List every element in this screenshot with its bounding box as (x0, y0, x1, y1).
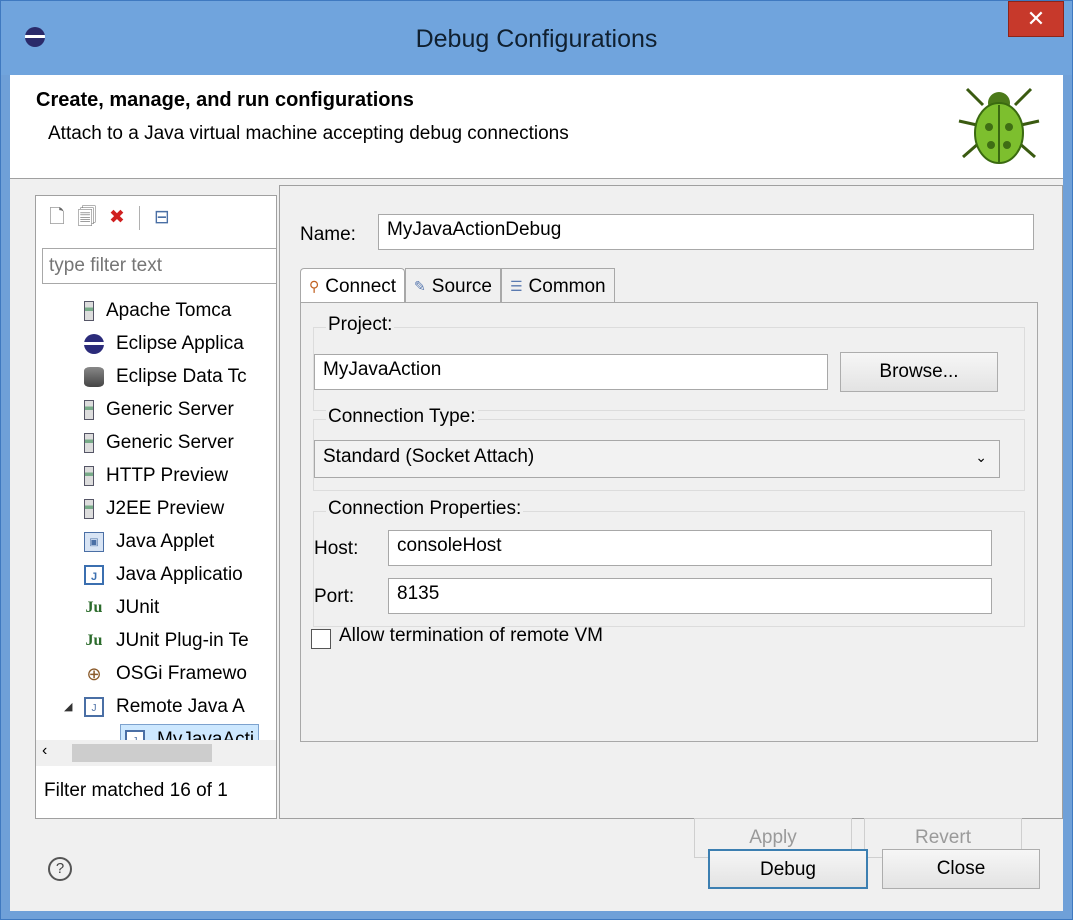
tree-item-label: Eclipse Applica (116, 332, 244, 354)
host-label: Host: (314, 538, 359, 559)
new-launch-configuration-icon[interactable]: 🗋 (46, 207, 68, 229)
expand-triangle-icon[interactable]: ◢ (64, 700, 78, 713)
tree-item-label: HTTP Preview (106, 464, 229, 486)
tree-item-http-preview[interactable]: HTTP Preview (36, 459, 276, 492)
bug-icon (958, 87, 1040, 164)
horizontal-scrollbar[interactable]: ‹ (36, 740, 276, 766)
duplicate-icon[interactable]: 🗐 (76, 207, 98, 229)
eclipse-icon (84, 333, 104, 354)
tab-label: Common (528, 275, 606, 297)
port-label: Port: (314, 586, 355, 607)
tab-bar: ⚲ Connect ✎ Source ☰ Common (300, 268, 615, 304)
project-field[interactable]: MyJavaAction (314, 354, 828, 390)
tree-item-eclipse-data-tools[interactable]: Eclipse Data Tc (36, 360, 276, 393)
help-icon[interactable]: ? (48, 857, 72, 881)
server-icon (84, 300, 94, 321)
filter-input[interactable] (42, 248, 276, 284)
tree-item-label: Java Applet (116, 530, 215, 552)
window-title: Debug Configurations (415, 25, 658, 53)
java-application-icon: J (84, 564, 104, 585)
allow-termination-checkbox[interactable] (311, 629, 331, 649)
tree-item-apache-tomcat[interactable]: Apache Tomca (36, 294, 276, 327)
server-icon (84, 399, 94, 420)
osgi-icon: ⊕ (86, 663, 102, 684)
tree-item-j2ee-preview[interactable]: J2EE Preview (36, 492, 276, 525)
tree-item-eclipse-application[interactable]: Eclipse Applica (36, 327, 276, 360)
tree-item-label: Apache Tomca (106, 299, 232, 321)
connection-properties-group: Connection Properties: Host: consoleHost… (313, 498, 1025, 627)
tree-item-label: JUnit (116, 596, 160, 618)
dialog-client-area: Create, manage, and run configurations A… (10, 75, 1063, 911)
header-title: Create, manage, and run configurations (36, 89, 414, 111)
tree-item-generic-server[interactable]: Generic Server (36, 393, 276, 426)
tree-item-java-applet[interactable]: ▣ Java Applet (36, 525, 276, 558)
configuration-tree: Apache Tomca Eclipse Applica Eclipse Dat… (36, 294, 276, 756)
project-group: Project: MyJavaAction Browse... (313, 314, 1025, 411)
scroll-left-icon[interactable]: ‹ (42, 742, 47, 760)
tree-item-label: OSGi Framewo (116, 662, 247, 684)
filter-status: Filter matched 16 of 1 (44, 780, 228, 801)
server-icon (84, 432, 94, 453)
connection-type-label: Connection Type: (326, 406, 478, 428)
connect-tab-content: Project: MyJavaAction Browse... Connecti… (300, 302, 1038, 742)
header-description: Attach to a Java virtual machine accepti… (48, 123, 569, 144)
tree-item-label: J2EE Preview (106, 497, 225, 519)
tab-common[interactable]: ☰ Common (500, 268, 615, 304)
tab-connect[interactable]: ⚲ Connect (300, 268, 406, 304)
project-label: Project: (326, 314, 395, 336)
delete-icon[interactable]: ✖ (106, 207, 128, 229)
connection-type-group: Connection Type: Standard (Socket Attach… (313, 406, 1025, 491)
server-icon (84, 498, 94, 519)
close-button[interactable]: Close (882, 849, 1040, 889)
toolbar-separator (139, 206, 140, 230)
chevron-down-icon: ⌄ (975, 449, 987, 465)
debug-configurations-window: Debug Configurations ✕ Create, manage, a… (0, 0, 1073, 920)
tree-item-remote-java-application[interactable]: ◢ J Remote Java A (36, 690, 276, 723)
junit-icon: Ju (85, 598, 103, 616)
tree-item-label: JUnit Plug-in Te (116, 629, 249, 651)
allow-termination-label: Allow termination of remote VM (339, 625, 603, 646)
junit-plugin-icon: Ju (85, 631, 103, 649)
tree-item-osgi-framework[interactable]: ⊕ OSGi Framewo (36, 657, 276, 690)
name-field[interactable]: MyJavaActionDebug (378, 214, 1034, 250)
tree-item-generic-server-2[interactable]: Generic Server (36, 426, 276, 459)
connection-properties-label: Connection Properties: (326, 498, 524, 520)
debug-button[interactable]: Debug (708, 849, 868, 889)
tree-item-label: Java Applicatio (116, 563, 243, 585)
tab-label: Connect (325, 275, 397, 297)
tree-item-label: Eclipse Data Tc (116, 365, 247, 387)
database-icon (84, 366, 104, 387)
title-bar[interactable]: Debug Configurations ✕ (1, 1, 1072, 75)
server-icon (84, 465, 94, 486)
dialog-header: Create, manage, and run configurations A… (10, 75, 1063, 179)
port-field[interactable]: 8135 (388, 578, 992, 614)
tab-label: Source (431, 275, 492, 297)
close-window-button[interactable]: ✕ (1008, 1, 1064, 37)
configuration-toolbar: 🗋 🗐 ✖ ⊟ (46, 204, 173, 232)
host-field[interactable]: consoleHost (388, 530, 992, 566)
connection-type-select[interactable]: Standard (Socket Attach) ⌄ (314, 440, 1000, 478)
name-label: Name: (300, 224, 356, 245)
source-icon: ✎ (414, 278, 426, 294)
collapse-all-icon[interactable]: ⊟ (151, 207, 173, 229)
tree-item-label: Generic Server (106, 431, 234, 453)
tree-item-junit[interactable]: Ju JUnit (36, 591, 276, 624)
remote-java-icon: J (84, 696, 104, 717)
tree-item-label: Generic Server (106, 398, 234, 420)
configuration-list-pane: 🗋 🗐 ✖ ⊟ Apache Tomca Eclipse Applica (35, 195, 277, 819)
common-icon: ☰ (509, 278, 523, 294)
scrollbar-thumb[interactable] (72, 744, 212, 762)
tree-item-java-application[interactable]: J Java Applicatio (36, 558, 276, 591)
connect-icon: ⚲ (309, 278, 320, 294)
configuration-editor-pane: Name: MyJavaActionDebug ⚲ Connect ✎ Sour… (279, 185, 1063, 858)
java-applet-icon: ▣ (84, 531, 104, 552)
tree-item-label: Remote Java A (116, 695, 245, 717)
tree-item-junit-plugin-test[interactable]: Ju JUnit Plug-in Te (36, 624, 276, 657)
tab-source[interactable]: ✎ Source (405, 268, 501, 304)
browse-button[interactable]: Browse... (840, 352, 998, 392)
connection-type-value: Standard (Socket Attach) (323, 446, 535, 467)
